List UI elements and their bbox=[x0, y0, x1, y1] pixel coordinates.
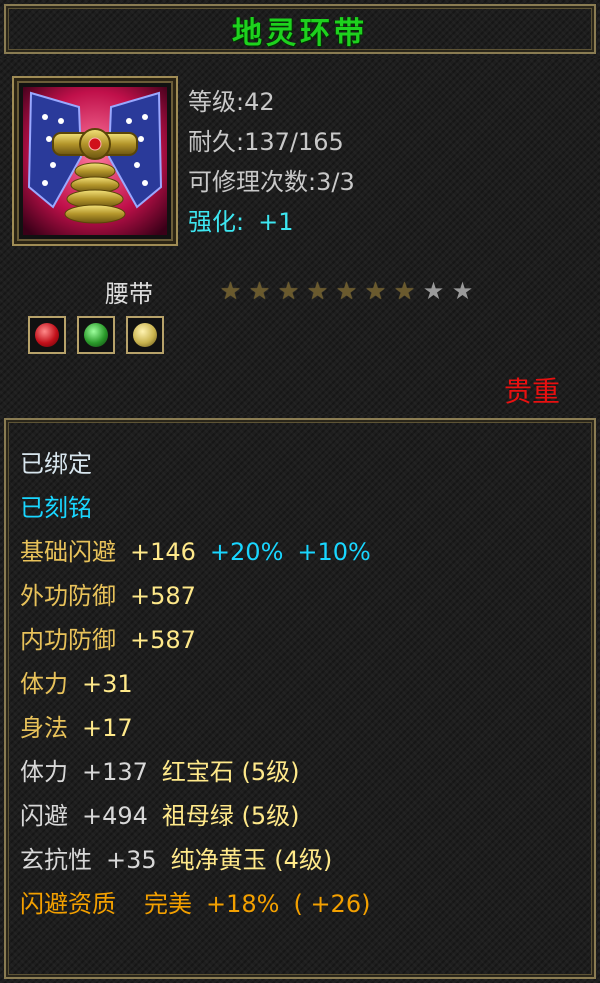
item-info-section: 等级:42 耐久:137/165 可修理次数:3/3 强化: +1 bbox=[0, 58, 600, 266]
attr-bonus: +10% bbox=[297, 538, 371, 566]
attr-name: 体力 bbox=[20, 670, 68, 698]
star-filled-icon: ★ bbox=[219, 277, 242, 305]
item-type: 腰带 bbox=[105, 280, 153, 308]
attr-grade: 完美 bbox=[144, 890, 192, 918]
attributes-section: 已绑定 已刻铭 基础闪避 +146 +20% +10% 外功防御 +587 内功防御 +5… bbox=[0, 414, 600, 983]
attr-gem-dodge: 闪避 +494 祖母绿 (5级) bbox=[20, 796, 300, 831]
item-durability: 耐久:137/165 bbox=[188, 128, 344, 156]
attr-ext-def: 外功防御 +587 bbox=[20, 576, 196, 611]
status-bound: 已绑定 bbox=[20, 450, 92, 478]
item-name: 地灵环带 bbox=[232, 16, 368, 51]
attr-stamina: 体力 +31 bbox=[20, 664, 133, 699]
item-icon-frame[interactable] bbox=[12, 76, 178, 246]
attr-base-dodge: 基础闪避 +146 +20% +10% bbox=[20, 532, 371, 567]
belt-icon bbox=[23, 87, 167, 235]
emerald-gem-icon[interactable] bbox=[77, 316, 116, 354]
attr-name: 身法 bbox=[20, 714, 68, 742]
title-bar: 地灵环带 bbox=[0, 0, 600, 58]
star-rating: ★ ★ ★ ★ ★ ★ ★ ★ ★ bbox=[216, 278, 477, 304]
yellow-jade-gem-icon[interactable] bbox=[126, 316, 165, 354]
attr-value: +137 bbox=[82, 758, 148, 786]
attr-name: 内功防御 bbox=[20, 626, 116, 654]
star-filled-icon: ★ bbox=[248, 277, 271, 305]
enhance-label: 强化: bbox=[188, 208, 245, 236]
attr-value: +31 bbox=[82, 670, 133, 698]
status-engraved: 已刻铭 bbox=[20, 494, 92, 522]
attr-value: +494 bbox=[82, 802, 148, 830]
star-filled-icon: ★ bbox=[335, 277, 358, 305]
gem-sockets bbox=[28, 316, 170, 354]
star-filled-icon: ★ bbox=[364, 277, 387, 305]
attr-value: +35 bbox=[106, 846, 157, 874]
attr-name: 体力 bbox=[20, 758, 68, 786]
attr-gem-stamina: 体力 +137 红宝石 (5级) bbox=[20, 752, 300, 787]
attr-value: +18% bbox=[206, 890, 280, 918]
attr-name: 闪避 bbox=[20, 802, 68, 830]
item-enhance: 强化: +1 bbox=[188, 202, 293, 237]
attr-int-def: 内功防御 +587 bbox=[20, 620, 196, 655]
star-filled-icon: ★ bbox=[393, 277, 416, 305]
star-empty-icon: ★ bbox=[422, 277, 445, 305]
item-repair-count: 可修理次数:3/3 bbox=[188, 168, 355, 196]
attr-aptitude: 闪避资质 完美 +18% ( +26) bbox=[20, 884, 370, 919]
item-level: 等级:42 bbox=[188, 88, 275, 116]
item-rarity: 贵重 bbox=[503, 375, 560, 408]
attr-name: 基础闪避 bbox=[20, 538, 116, 566]
attr-gem: 祖母绿 (5级) bbox=[161, 802, 300, 830]
attr-value: +587 bbox=[130, 626, 196, 654]
attr-gem: 纯净黄玉 (4级) bbox=[170, 846, 333, 874]
attr-gem-resist: 玄抗性 +35 纯净黄玉 (4级) bbox=[20, 840, 332, 875]
attr-name: 玄抗性 bbox=[20, 846, 92, 874]
star-filled-icon: ★ bbox=[277, 277, 300, 305]
attr-value: +146 bbox=[130, 538, 196, 566]
star-filled-icon: ★ bbox=[306, 277, 329, 305]
attr-bonus: +20% bbox=[209, 538, 284, 566]
attr-gem: 红宝石 (5级) bbox=[161, 758, 300, 786]
attr-agility: 身法 +17 bbox=[20, 708, 133, 743]
ruby-gem-icon[interactable] bbox=[28, 316, 66, 354]
item-type-section: 腰带 ★ ★ ★ ★ ★ ★ ★ ★ ★ 贵重 bbox=[0, 266, 600, 414]
attr-value: +587 bbox=[130, 582, 196, 610]
star-empty-icon: ★ bbox=[451, 277, 474, 305]
attr-value: +17 bbox=[82, 714, 133, 742]
attr-extra: ( +26) bbox=[293, 890, 371, 918]
attr-name: 闪避资质 bbox=[20, 890, 116, 918]
attr-name: 外功防御 bbox=[20, 582, 116, 610]
enhance-value: +1 bbox=[258, 208, 294, 236]
